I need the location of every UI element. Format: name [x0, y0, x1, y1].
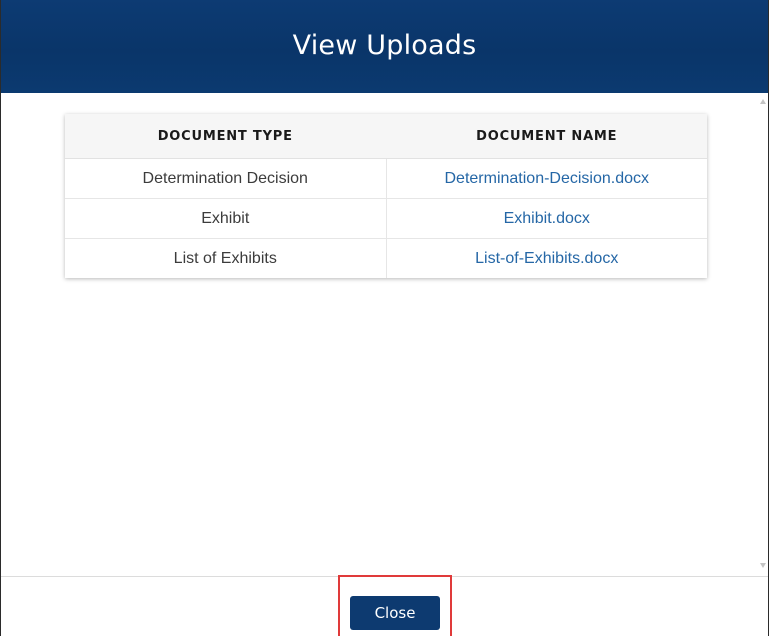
modal-title: View Uploads — [292, 29, 477, 61]
uploads-table: DOCUMENT TYPE DOCUMENT NAME Determinatio… — [65, 114, 707, 278]
vertical-scrollbar[interactable] — [758, 93, 768, 576]
document-type-cell: List of Exhibits — [65, 238, 387, 278]
document-link[interactable]: Exhibit.docx — [504, 210, 590, 227]
table-row: Determination Decision Determination-Dec… — [65, 158, 707, 199]
document-name-cell: Exhibit.docx — [386, 198, 707, 239]
column-header-document-type: DOCUMENT TYPE — [65, 114, 387, 159]
modal-body[interactable]: DOCUMENT TYPE DOCUMENT NAME Determinatio… — [1, 93, 768, 576]
table-row: Exhibit Exhibit.docx — [65, 198, 707, 239]
document-link[interactable]: Determination-Decision.docx — [444, 170, 649, 187]
scroll-down-arrow-icon[interactable] — [760, 563, 766, 568]
column-header-document-name: DOCUMENT NAME — [386, 114, 707, 159]
modal-header: View Uploads — [1, 0, 768, 93]
uploads-table-card: DOCUMENT TYPE DOCUMENT NAME Determinatio… — [65, 114, 707, 278]
document-link[interactable]: List-of-Exhibits.docx — [475, 250, 618, 267]
scroll-up-arrow-icon[interactable] — [760, 99, 766, 104]
table-row: List of Exhibits List-of-Exhibits.docx — [65, 238, 707, 279]
view-uploads-modal: View Uploads DOCUMENT TYPE DOCUMENT NAME… — [0, 0, 769, 637]
table-header-row: DOCUMENT TYPE DOCUMENT NAME — [65, 114, 707, 159]
document-type-cell: Exhibit — [65, 198, 387, 239]
document-name-cell: List-of-Exhibits.docx — [386, 239, 707, 279]
document-name-cell: Determination-Decision.docx — [386, 158, 707, 199]
document-type-cell: Determination Decision — [65, 158, 387, 199]
close-button[interactable]: Close — [350, 596, 440, 630]
